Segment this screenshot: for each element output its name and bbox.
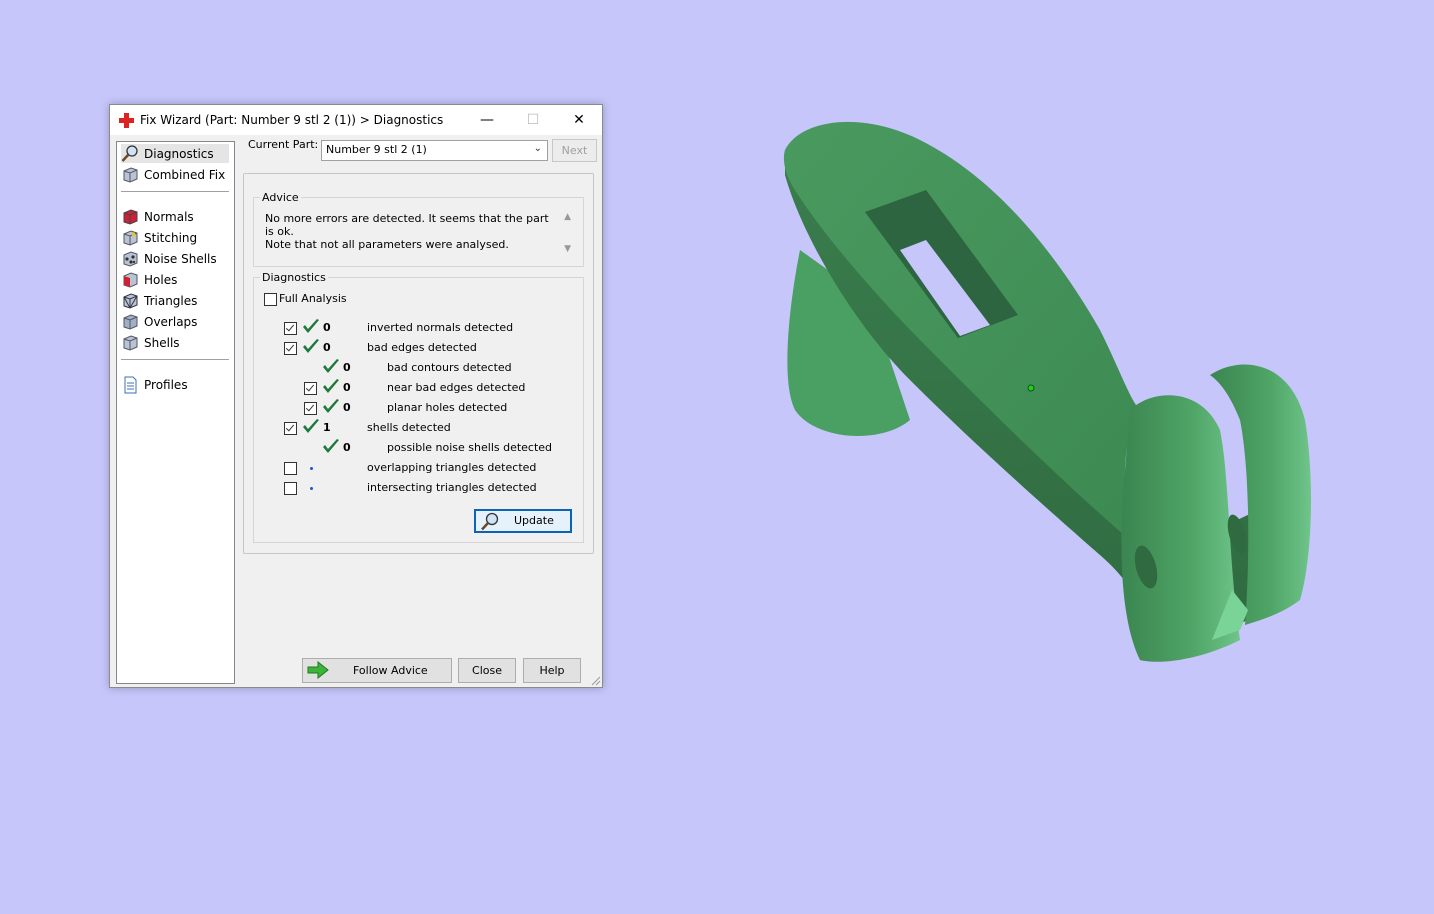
resize-grip-icon[interactable]: [591, 676, 601, 686]
sidebar-item-label: Noise Shells: [144, 251, 217, 266]
title-bar[interactable]: Fix Wizard (Part: Number 9 stl 2 (1)) > …: [110, 105, 602, 135]
scroll-up-icon[interactable]: ▲: [564, 212, 571, 222]
sidebar-item-label: Diagnostics: [144, 146, 214, 161]
update-button[interactable]: Update: [474, 509, 572, 533]
sidebar-separator: [121, 191, 229, 192]
sidebar-item-label: Profiles: [144, 377, 188, 392]
diagnostic-count: 0: [343, 361, 351, 374]
triangles-cube-icon: [123, 292, 138, 309]
follow-advice-button[interactable]: Follow Advice: [302, 658, 452, 683]
green-check-icon: [322, 358, 340, 376]
sidebar-item-diagnostics[interactable]: Diagnostics: [121, 144, 229, 163]
current-part-value: Number 9 stl 2 (1): [326, 143, 427, 156]
sidebar-item-triangles[interactable]: Triangles: [121, 291, 229, 310]
diagnostic-label: inverted normals detected: [367, 321, 514, 334]
diagnostic-count: 0: [343, 401, 351, 414]
current-part-label: Current Part:: [248, 138, 319, 151]
green-check-icon: [302, 338, 320, 356]
pending-dot-icon: [310, 467, 313, 470]
diagnostic-label: planar holes detected: [387, 401, 508, 414]
advice-text: No more errors are detected. It seems th…: [265, 212, 549, 251]
full-analysis-checkbox[interactable]: [264, 293, 277, 306]
help-button[interactable]: Help: [523, 658, 581, 683]
diagnostic-label: overlapping triangles detected: [367, 461, 537, 474]
follow-advice-label: Follow Advice: [353, 664, 428, 677]
diagnostic-label: near bad edges detected: [387, 381, 526, 394]
sidebar-item-combined-fix[interactable]: Combined Fix: [121, 165, 229, 184]
green-check-icon: [322, 438, 340, 456]
diagnostic-label: shells detected: [367, 421, 451, 434]
advice-title: Advice: [260, 191, 301, 204]
diagnostic-label: bad contours detected: [387, 361, 512, 374]
diagnostic-checkbox[interactable]: [284, 342, 297, 355]
window-title: Fix Wizard (Part: Number 9 stl 2 (1)) > …: [140, 113, 444, 127]
pending-dot-icon: [310, 487, 313, 490]
holes-cube-icon: [123, 271, 138, 288]
sidebar-item-normals[interactable]: Normals: [121, 207, 229, 226]
diagnostic-checkbox[interactable]: [284, 322, 297, 335]
close-window-button[interactable]: ✕: [556, 105, 602, 135]
sidebar-item-holes[interactable]: Holes: [121, 270, 229, 289]
shells-cube-icon: [123, 334, 138, 351]
sidebar-item-stitching[interactable]: Stitching: [121, 228, 229, 247]
normals-cube-icon: [123, 208, 138, 225]
sidebar-item-overlaps[interactable]: Overlaps: [121, 312, 229, 331]
magnifier-icon: [121, 144, 138, 162]
sidebar-item-noise-shells[interactable]: Noise Shells: [121, 249, 229, 268]
overlaps-cube-icon: [123, 313, 138, 330]
cube-icon: [123, 166, 138, 183]
diagnostic-checkbox[interactable]: [284, 462, 297, 475]
diagnostic-count: 1: [323, 421, 331, 434]
diagnostic-checkbox[interactable]: [304, 402, 317, 415]
scroll-down-icon[interactable]: ▼: [564, 244, 571, 254]
sidebar-item-shells[interactable]: Shells: [121, 333, 229, 352]
diagnostic-checkbox[interactable]: [284, 482, 297, 495]
minimize-button[interactable]: —: [464, 105, 510, 135]
red-cross-icon: [119, 113, 134, 128]
maximize-button[interactable]: ☐: [510, 105, 556, 135]
diagnostic-count: 0: [323, 341, 331, 354]
sidebar-item-label: Shells: [144, 335, 180, 350]
advice-textbox[interactable]: No more errors are detected. It seems th…: [257, 208, 573, 260]
diagnostic-label: possible noise shells detected: [387, 441, 553, 454]
noise-shells-icon: [123, 250, 138, 267]
diagnostic-count: 0: [323, 321, 331, 334]
diagnostic-checkbox[interactable]: [304, 382, 317, 395]
diagnostics-title: Diagnostics: [260, 271, 328, 284]
close-button[interactable]: Close: [458, 658, 516, 683]
sidebar-item-label: Combined Fix: [144, 167, 226, 182]
sidebar-item-label: Triangles: [144, 293, 198, 308]
diagnostic-count: 0: [343, 381, 351, 394]
document-icon: [124, 376, 137, 393]
sidebar-item-label: Overlaps: [144, 314, 198, 329]
sidebar-item-label: Normals: [144, 209, 194, 224]
sidebar-separator: [121, 359, 229, 360]
chevron-down-icon: ⌄: [533, 143, 542, 154]
diagnostic-count: 0: [343, 441, 351, 454]
sidebar-item-profiles[interactable]: Profiles: [121, 375, 229, 394]
fix-sidebar: Diagnostics Combined Fix Normals Stitchi…: [116, 141, 235, 684]
magnifier-icon: [481, 512, 499, 531]
sidebar-item-label: Holes: [144, 272, 178, 287]
sidebar-item-label: Stitching: [144, 230, 198, 245]
green-check-icon: [322, 378, 340, 396]
green-check-icon: [322, 398, 340, 416]
diagnostic-label: bad edges detected: [367, 341, 477, 354]
full-analysis-label: Full Analysis: [279, 292, 347, 305]
update-label: Update: [514, 514, 554, 527]
diagnostic-checkbox[interactable]: [284, 422, 297, 435]
diagnostic-label: intersecting triangles detected: [367, 481, 537, 494]
stitching-cube-icon: [123, 229, 138, 246]
fix-wizard-dialog: Fix Wizard (Part: Number 9 stl 2 (1)) > …: [109, 104, 603, 688]
green-check-icon: [302, 318, 320, 336]
green-check-icon: [302, 418, 320, 436]
next-button[interactable]: Next: [552, 139, 597, 162]
current-part-select[interactable]: Number 9 stl 2 (1) ⌄: [321, 140, 548, 161]
green-arrow-icon: [307, 661, 329, 679]
